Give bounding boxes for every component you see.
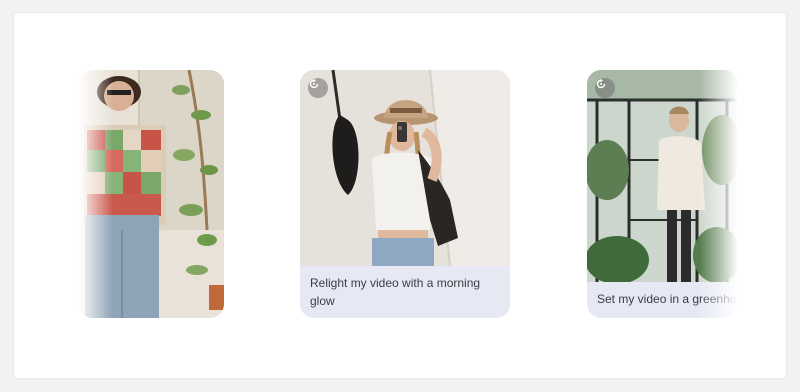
card-2-caption: Relight my video with a morning glow	[300, 266, 510, 318]
reset-badge-3[interactable]	[595, 78, 615, 98]
prompt-card-2[interactable]: Relight my video with a morning glow	[300, 70, 510, 318]
prompt-card-3[interactable]: Set my video in a greenhouse	[587, 70, 737, 318]
carousel-panel: Relight my video with a morning glow Set…	[14, 13, 786, 378]
card-3-fade-right	[699, 70, 737, 318]
card-1-fade-left	[79, 70, 113, 318]
reset-icon	[309, 78, 319, 89]
card-2-image	[300, 70, 510, 266]
reset-badge-2[interactable]	[308, 78, 328, 98]
card-2-caption-text: Relight my video with a morning glow	[310, 276, 481, 308]
reset-icon	[596, 78, 606, 89]
prompt-card-1[interactable]	[79, 70, 224, 318]
